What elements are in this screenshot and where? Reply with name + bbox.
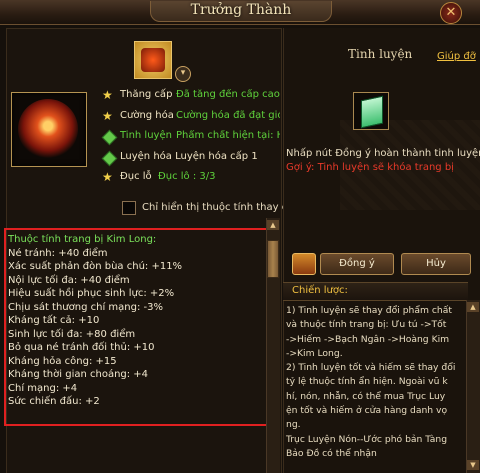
strategy-line: tỷ lệ thuộc tính ẩn hiện. Ngoài vũ k bbox=[286, 376, 448, 388]
strategy-scrollbar[interactable] bbox=[466, 300, 480, 473]
refine-warning: Gợi ý: Tinh luyện sẽ khóa trang bị bbox=[286, 162, 454, 173]
attribute-line: Sinh lực tối đa: +80 điểm bbox=[8, 328, 136, 340]
scroll-up-icon[interactable]: ▲ bbox=[267, 220, 279, 230]
strategy-line: ->Hiếm ->Bạch Ngân ->Hoàng Kim bbox=[286, 333, 450, 345]
strategy-line: ->Kim Long. bbox=[286, 347, 343, 359]
row-label: Tinh luyện bbox=[120, 130, 172, 141]
growth-window: Trưởng Thành ✕ ▾ ★ Thăng cấp Đã tăng đến… bbox=[0, 0, 480, 473]
refine-instruction: Nhấp nút Đồng ý hoàn thành tinh luyện bbox=[286, 148, 480, 159]
strategy-line: 2) Tinh luyện tốt và hiếm sẽ thay đổi bbox=[286, 362, 456, 374]
scroll-down-icon[interactable]: ▼ bbox=[467, 460, 479, 470]
attribute-title: Thuộc tính trang bị Kim Long: bbox=[8, 234, 157, 245]
strategy-line: ện tốt và hiếm ở cửa hàng danh vọ bbox=[286, 405, 448, 417]
cancel-button[interactable]: Hủy bbox=[401, 253, 471, 275]
row-label: Cường hóa bbox=[120, 110, 174, 121]
attribute-scroll-thumb[interactable] bbox=[267, 240, 279, 278]
star-icon: ★ bbox=[102, 88, 113, 102]
show-changed-only-checkbox[interactable] bbox=[122, 201, 136, 215]
attribute-line: Xác suất phản đòn bùa chú: +11% bbox=[8, 261, 183, 272]
fire-gem-icon bbox=[141, 48, 165, 72]
attribute-line: Bỏ qua né tránh đối thủ: +10 bbox=[8, 342, 155, 353]
chest-icon[interactable] bbox=[292, 253, 316, 275]
strategy-line: hí, nón, nhẫn, có thể mua Trục Luy bbox=[286, 390, 446, 402]
strategy-line: Trục Luyện Nón--Ước phó bản Tàng bbox=[286, 433, 448, 445]
row-socket[interactable]: ★ Đục lỗ Đục lỗ : 3/3 bbox=[102, 170, 280, 186]
refine-scroll-slot[interactable] bbox=[353, 92, 389, 130]
refine-title: Tinh luyện bbox=[348, 47, 413, 61]
show-changed-only-label: Chỉ hiển thị thuộc tính thay ć bbox=[142, 202, 288, 213]
attribute-line: Kháng thời gian choáng: +4 bbox=[8, 369, 149, 380]
attribute-line: Chí mạng: +4 bbox=[8, 382, 78, 394]
scroll-up-icon[interactable]: ▲ bbox=[467, 302, 479, 312]
confirm-button[interactable]: Đồng ý bbox=[320, 253, 394, 275]
row-upgrade[interactable]: ★ Thăng cấp Đã tăng đến cấp cao nl bbox=[102, 88, 280, 104]
material-dropdown-button[interactable]: ▾ bbox=[175, 66, 191, 82]
row-smelt[interactable]: Luyện hóa Luyện hóa cấp 1 bbox=[101, 150, 280, 167]
material-slot[interactable] bbox=[134, 41, 172, 79]
diamond-icon bbox=[101, 150, 118, 167]
equipment-slot[interactable] bbox=[11, 92, 87, 167]
strategy-text: 1) Tinh luyện sẽ thay đổi phẩm chất và t… bbox=[286, 304, 456, 461]
row-refine[interactable]: Tinh luyện Phẩm chất hiện tại: Ho. bbox=[101, 129, 280, 146]
row-label: Đục lỗ bbox=[120, 171, 152, 182]
diamond-icon bbox=[101, 129, 118, 146]
strategy-title: Chiến lược: bbox=[292, 285, 348, 296]
attribute-line: Nội lực tối đa: +40 điểm bbox=[8, 274, 130, 286]
row-value: Đục lỗ : 3/3 bbox=[158, 171, 216, 182]
strategy-line: Bảo Đồ có thể nhận bbox=[286, 447, 377, 459]
row-label: Luyện hóa Luyện hóa cấp 1 bbox=[120, 151, 258, 162]
row-enhance[interactable]: ★ Cường hóa Cường hóa đã đạt giớ bbox=[102, 109, 280, 125]
attribute-line: Né tránh: +40 điểm bbox=[8, 247, 108, 259]
attribute-line: Hiệu suất hồi phục sinh lực: +2% bbox=[8, 288, 175, 299]
star-icon: ★ bbox=[102, 109, 113, 123]
attribute-line: Chịu sát thương chí mạng: -3% bbox=[8, 301, 163, 313]
jade-scroll-icon bbox=[361, 95, 383, 129]
row-value: Đã tăng đến cấp cao nl bbox=[176, 89, 280, 100]
window-title: Trưởng Thành bbox=[150, 1, 332, 22]
attribute-line: Kháng tất cả: +10 bbox=[8, 315, 100, 326]
help-link[interactable]: Giúp đỡ bbox=[437, 51, 476, 62]
attribute-line: Sức chiến đấu: +2 bbox=[8, 396, 100, 407]
strategy-line: 1) Tinh luyện sẽ thay đổi phẩm chất bbox=[286, 305, 452, 316]
strategy-line: và thuộc tính trang bị: Ưu tú ->Tốt bbox=[286, 319, 447, 331]
fire-amulet-icon bbox=[18, 99, 78, 159]
row-value: Phẩm chất hiện tại: Ho. bbox=[176, 130, 280, 141]
close-button[interactable]: ✕ bbox=[440, 2, 462, 24]
attribute-line: Kháng hỏa công: +15 bbox=[8, 355, 117, 367]
row-label: Thăng cấp bbox=[120, 89, 173, 100]
row-value: Cường hóa đã đạt giớ bbox=[176, 110, 280, 121]
attribute-list: Thuộc tính trang bị Kim Long: Né tránh: … bbox=[8, 233, 263, 409]
strategy-line: ng. bbox=[286, 419, 301, 431]
star-icon: ★ bbox=[102, 170, 113, 184]
